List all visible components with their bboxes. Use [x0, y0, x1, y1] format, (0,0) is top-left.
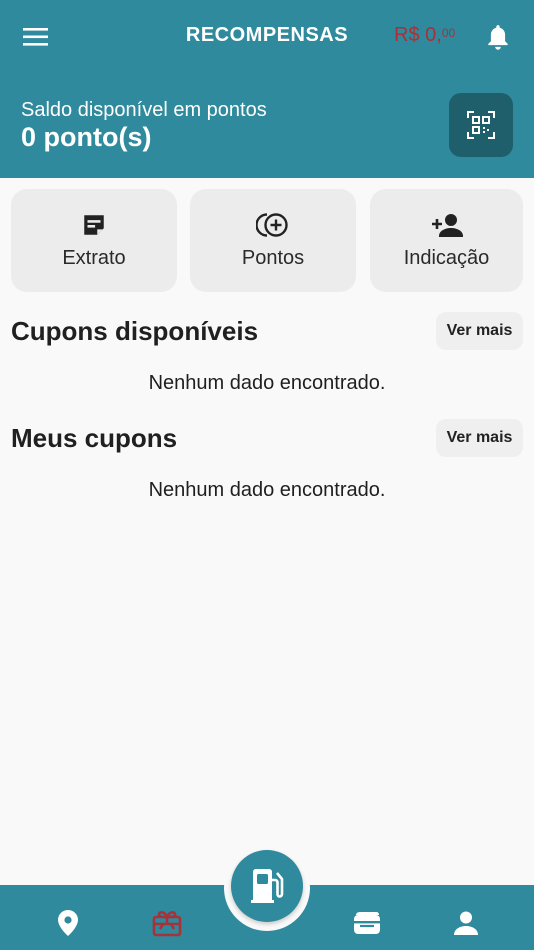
- profile-icon: [454, 911, 478, 935]
- nav-item-rewards[interactable]: [147, 907, 187, 939]
- header-bar: RECOMPENSAS R$ 0, 00 Saldo disponível em…: [0, 0, 534, 178]
- my-coupons-see-more-button[interactable]: Ver mais: [436, 419, 523, 457]
- balance-value: 0 ponto(s): [21, 122, 152, 152]
- action-label: Indicação: [403, 247, 490, 269]
- note-icon: [84, 215, 104, 235]
- coin-add-icon: [256, 213, 288, 237]
- action-pontos[interactable]: Pontos: [190, 189, 356, 292]
- wallet-balance[interactable]: R$ 0, 00: [394, 24, 455, 47]
- wallet-balance-integer: R$ 0,: [394, 24, 442, 46]
- notifications-button[interactable]: [482, 20, 514, 54]
- action-extrato[interactable]: Extrato: [11, 189, 177, 292]
- nav-item-map[interactable]: [48, 907, 88, 939]
- gift-card-icon: [152, 911, 182, 937]
- balance-label: Saldo disponível em pontos: [21, 99, 267, 121]
- person-add-icon: [431, 214, 463, 237]
- my-coupons-empty: Nenhum dado encontrado.: [148, 479, 386, 501]
- bell-icon: [488, 25, 508, 50]
- action-indicacao[interactable]: Indicação: [370, 189, 523, 292]
- available-coupons-empty: Nenhum dado encontrado.: [148, 372, 386, 394]
- nav-item-profile[interactable]: [446, 907, 486, 939]
- qr-scan-button[interactable]: [449, 93, 513, 157]
- wallet-icon: [354, 912, 380, 934]
- qr-code-scan-icon: [467, 111, 495, 139]
- available-coupons-see-more-button[interactable]: Ver mais: [436, 312, 523, 350]
- action-label: Extrato: [62, 247, 126, 269]
- my-coupons-title: Meus cupons: [11, 423, 178, 453]
- location-pin-icon: [58, 910, 78, 936]
- fuel-button[interactable]: [231, 850, 303, 922]
- available-coupons-title: Cupons disponíveis: [11, 316, 259, 346]
- wallet-balance-cents: 00: [441, 26, 456, 40]
- action-label: Pontos: [241, 247, 305, 269]
- nav-item-wallet[interactable]: [347, 907, 387, 939]
- quick-actions: Extrato Pontos Indicação: [0, 189, 534, 292]
- fuel-pump-icon: [251, 869, 284, 903]
